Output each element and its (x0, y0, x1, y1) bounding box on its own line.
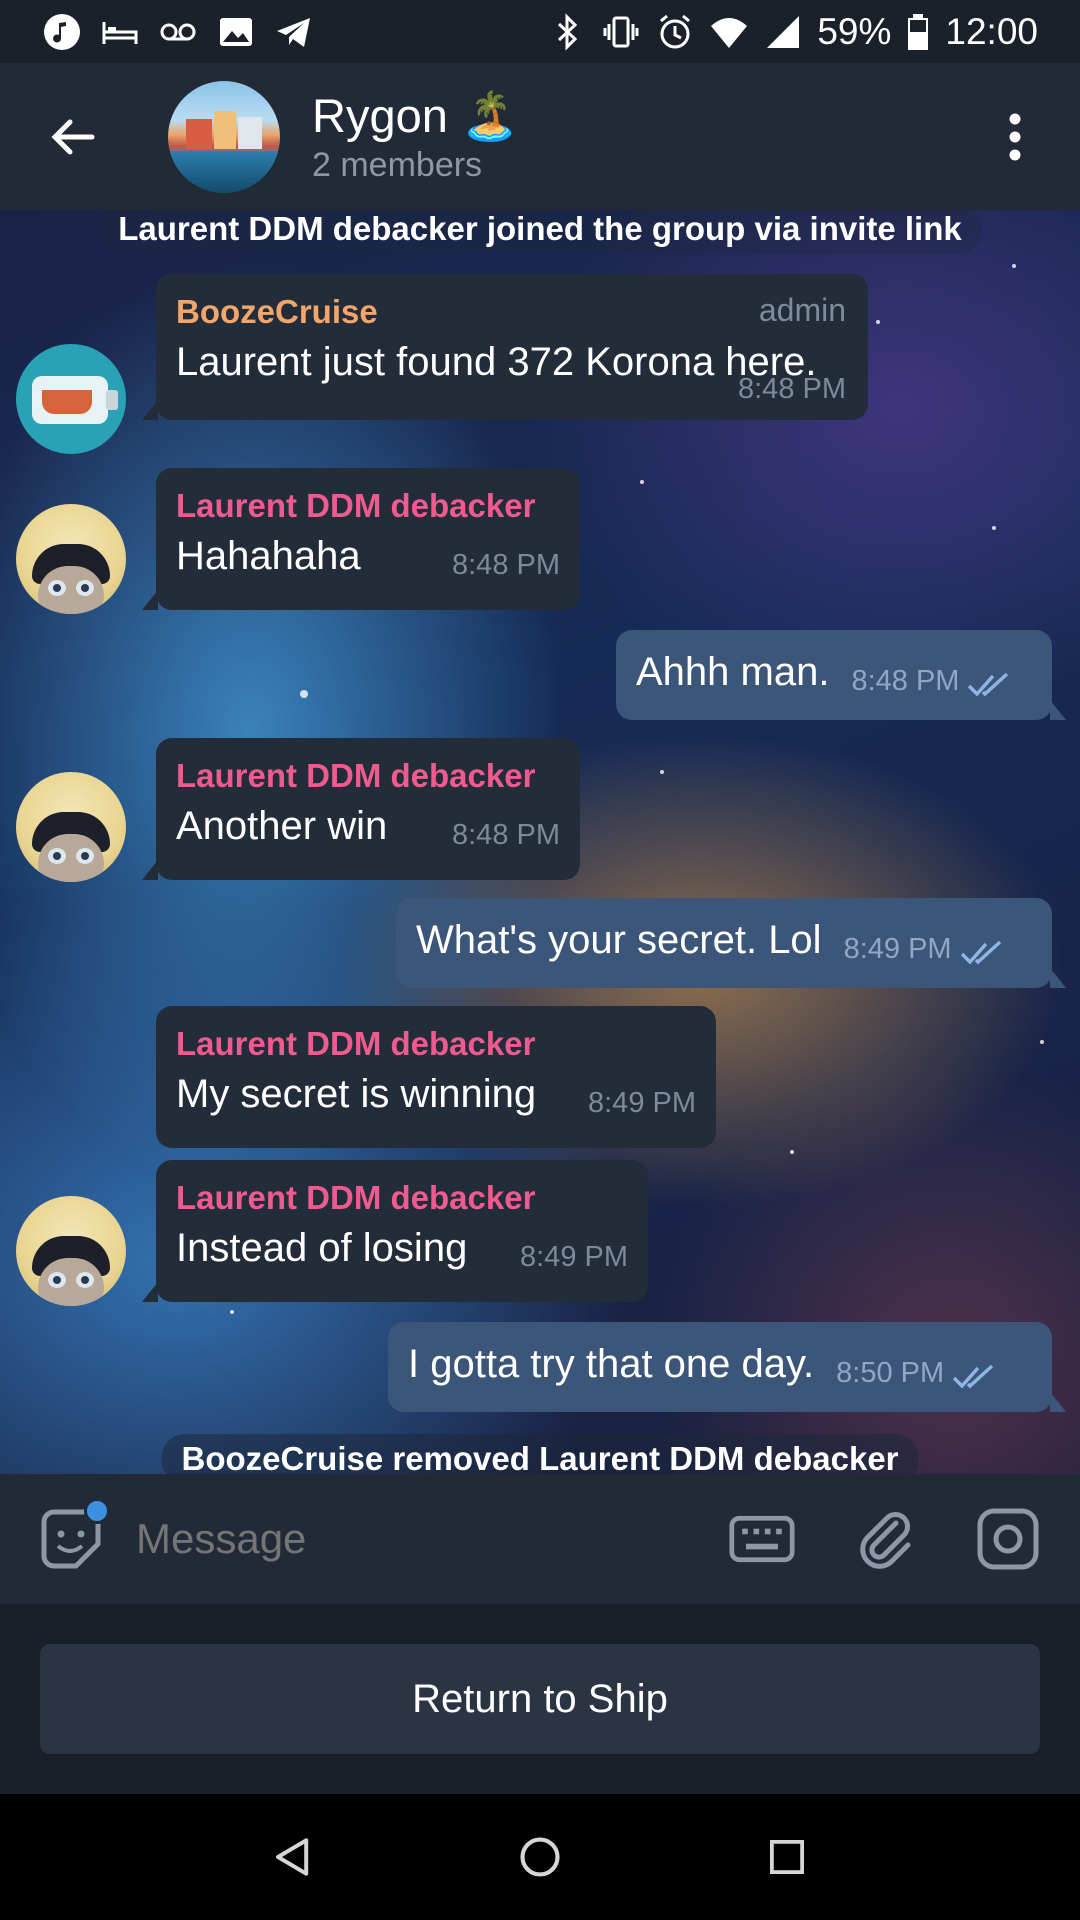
sender-name[interactable]: Laurent DDM debacker (176, 1176, 628, 1220)
service-message-removed: BoozeCruise removed Laurent DDM debacker (161, 1434, 919, 1474)
battery-icon (905, 12, 931, 52)
message-bubble-outgoing[interactable]: I gotta try that one day. 8:50 PM (388, 1322, 1066, 1412)
sender-name[interactable]: Laurent DDM debacker (176, 484, 560, 528)
back-arrow-icon (51, 119, 95, 154)
music-icon (42, 12, 82, 52)
sender-name[interactable]: Laurent DDM debacker (176, 754, 560, 798)
sender-name[interactable]: BoozeCruise (176, 290, 848, 334)
message-bubble[interactable]: BoozeCruise admin Laurent just found 372… (142, 274, 868, 420)
status-bar: 59% 12:00 (0, 0, 1080, 63)
avatar-laurent[interactable] (16, 772, 126, 882)
message-bubble[interactable]: Laurent DDM debacker My secret is winnin… (156, 1006, 716, 1148)
message-text: Another win (176, 804, 388, 848)
message-time: 8:48 PM (452, 549, 560, 581)
camera-icon (977, 1508, 1039, 1570)
service-message-join: Laurent DDM debacker joined the group vi… (98, 210, 982, 254)
read-check-icon (952, 1364, 994, 1389)
keyboard-icon (729, 1515, 795, 1563)
more-options-button[interactable] (990, 92, 1040, 182)
message-bubble[interactable]: Laurent DDM debacker Hahahaha 8:48 PM (142, 468, 580, 610)
message-bubble-outgoing[interactable]: What's your secret. Lol 8:49 PM (396, 898, 1066, 988)
avatar-laurent[interactable] (16, 1196, 126, 1306)
alarm-icon (655, 12, 695, 52)
nav-recents-button[interactable] (757, 1827, 817, 1887)
more-vert-icon (1009, 113, 1021, 160)
voicemail-icon (158, 12, 198, 52)
sticker-emoji-button[interactable] (36, 1498, 110, 1574)
message-time: 8:48 PM (738, 373, 846, 405)
message-text: Hahahaha (176, 534, 361, 578)
avatar-boozecruise[interactable] (16, 344, 126, 454)
signal-icon (763, 12, 803, 52)
message-bubble[interactable]: Laurent DDM debacker Instead of losing 8… (142, 1160, 648, 1302)
telegram-icon (274, 12, 314, 52)
message-time: 8:48 PM (851, 665, 960, 697)
message-time: 8:49 PM (520, 1241, 628, 1273)
avatar-laurent[interactable] (16, 504, 126, 614)
message-text: Instead of losing (176, 1226, 468, 1270)
read-check-icon (960, 940, 1001, 965)
navigation-bar (0, 1794, 1080, 1920)
message-time: 8:50 PM (836, 1357, 945, 1389)
nav-back-button[interactable] (263, 1827, 323, 1887)
nav-home-button[interactable] (510, 1827, 570, 1887)
camera-button[interactable] (970, 1501, 1046, 1577)
message-input[interactable] (136, 1515, 676, 1563)
message-time: 8:49 PM (588, 1087, 696, 1119)
attach-button[interactable] (848, 1501, 924, 1577)
message-time: 8:48 PM (452, 819, 560, 851)
chat-title-block[interactable]: Rygon 🏝️ 2 members (312, 88, 519, 186)
keyboard-button[interactable] (724, 1501, 800, 1577)
message-time: 8:49 PM (843, 933, 952, 965)
back-button[interactable] (28, 92, 118, 182)
triangle-back-icon (276, 1838, 309, 1876)
message-text: What's your secret. Lol (416, 918, 822, 962)
message-bubble[interactable]: Laurent DDM debacker Another win 8:48 PM (142, 738, 580, 880)
group-avatar[interactable] (168, 80, 280, 193)
admin-badge: admin (758, 292, 846, 328)
square-recents-icon (769, 1839, 804, 1875)
message-text: I gotta try that one day. (408, 1342, 815, 1386)
battery-percent: 59% (817, 10, 892, 52)
chat-title: Rygon 🏝️ (312, 88, 520, 142)
sender-name[interactable]: Laurent DDM debacker (176, 1022, 696, 1066)
paperclip-icon (860, 1512, 911, 1569)
message-text: Ahhh man. (636, 650, 830, 694)
bed-icon (100, 12, 140, 52)
clock: 12:00 (945, 10, 1038, 52)
chat-header: Rygon 🏝️ 2 members (0, 63, 1080, 210)
image-icon (216, 12, 256, 52)
message-input-bar (0, 1474, 1080, 1604)
chat-area[interactable]: Laurent DDM debacker joined the group vi… (0, 210, 1080, 1474)
vibrate-icon (601, 12, 641, 52)
bluetooth-icon (547, 12, 587, 52)
message-text: My secret is winning (176, 1072, 537, 1116)
notification-dot (84, 1498, 110, 1524)
bot-keyboard: Return to Ship (0, 1604, 1080, 1794)
return-to-ship-button[interactable]: Return to Ship (40, 1644, 1040, 1754)
read-check-icon (968, 672, 1009, 697)
circle-home-icon (520, 1837, 560, 1877)
wifi-icon (709, 12, 749, 52)
member-count: 2 members (312, 145, 483, 184)
message-bubble-outgoing[interactable]: Ahhh man. 8:48 PM (616, 630, 1066, 720)
